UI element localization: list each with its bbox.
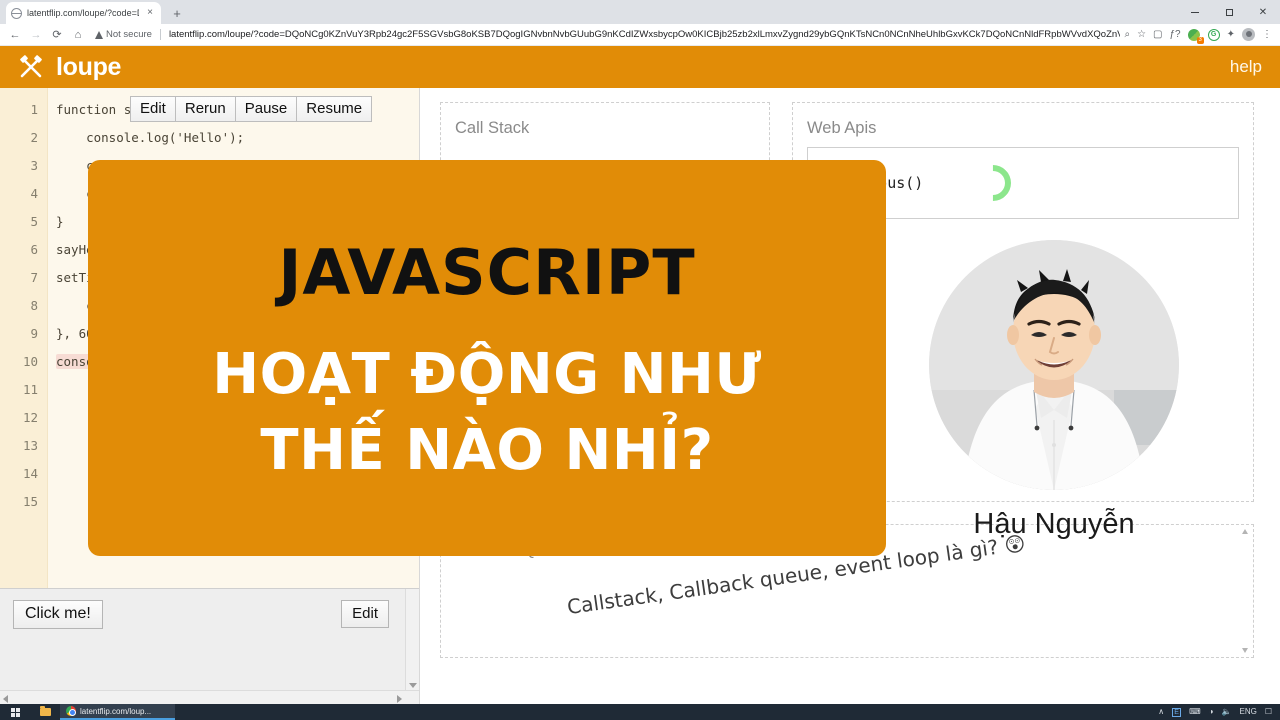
taskbar-window-chrome[interactable]: latentflip.com/loup... [60,704,175,720]
console-vertical-scrollbar[interactable] [405,589,419,704]
warning-triangle-icon [95,30,103,39]
line-number: 15 [22,494,38,509]
chevron-down-icon[interactable] [1242,648,1248,653]
green-timer-arc-icon [967,157,1019,209]
browser-tab-title: latentflip.com/loupe/?code=DQ [27,8,139,18]
resume-button[interactable]: Resume [296,96,373,122]
presenter-overlay: Hậu Nguyễn [928,240,1180,541]
windows-start-icon[interactable] [0,704,30,720]
security-indicator[interactable]: Not secure [95,29,152,40]
language-indicator[interactable]: ENG [1239,708,1256,716]
line-number: 9 [30,326,38,341]
bookmark-star-icon[interactable]: ☆ [1137,29,1146,40]
editor-toolbar: Edit Rerun Pause Resume [130,96,373,122]
line-number: 4 [30,186,38,201]
extension-badge-count: 3 [1196,37,1204,44]
windows-taskbar: latentflip.com/loup... ∧ E ⌨ ◑ 🔈 ENG ☐ [0,704,1280,720]
line-number: 12 [22,410,38,425]
globe-icon [11,7,22,19]
close-window-button[interactable]: ✕ [1246,0,1280,24]
overlay-heading-tertiary: THẾ NÀO NHỈ? [260,418,714,483]
line-number: 14 [22,466,38,481]
script-icon[interactable]: ƒ? [1169,29,1180,40]
line-number-gutter: 1 2 3 4 5 6 7 8 9 10 11 12 13 14 15 [0,88,48,588]
callback-queue-scrollbar[interactable] [1241,527,1251,655]
presenter-portrait [929,240,1179,490]
volume-icon[interactable]: 🔈 [1222,708,1232,716]
address-bar[interactable]: Not secure latentflip.com/loupe/?code=DQ… [90,26,1274,44]
chevron-up-icon[interactable]: ∧ [1158,708,1164,716]
extensions-puzzle-icon[interactable]: ✦ [1227,29,1235,40]
back-icon[interactable]: ← [6,26,24,44]
security-label: Not secure [106,29,152,40]
url-text: latentflip.com/loupe/?code=DQoNCg0KZnVuY… [168,29,1121,40]
reload-icon[interactable]: ⟳ [48,26,66,44]
line-number: 6 [30,242,38,257]
chrome-icon [66,706,76,716]
more-menu-icon[interactable]: ⋮ [1262,29,1272,40]
chevron-down-icon[interactable] [409,683,417,688]
line-number: 1 [30,102,38,117]
chevron-left-icon[interactable] [3,695,8,703]
window-controls: ✕ [1178,0,1280,24]
overlay-heading-primary: JAVASCRIPT [278,236,696,310]
app-header: loupe help [0,46,1280,88]
divider [159,29,161,40]
line-number: 3 [30,158,38,173]
browser-tab[interactable]: latentflip.com/loupe/?code=DQ × [6,2,161,24]
click-me-button[interactable]: Click me! [13,600,103,629]
line-number: 13 [22,438,38,453]
call-stack-title: Call Stack [455,119,530,137]
maximize-button[interactable] [1212,0,1246,24]
profile-avatar-icon[interactable] [1242,28,1255,41]
chevron-up-icon[interactable] [1242,529,1248,534]
wifi-icon[interactable]: ◑ [1209,708,1214,716]
minimize-button[interactable] [1178,0,1212,24]
line-number: 2 [30,130,38,145]
console-edit-button[interactable]: Edit [341,600,389,628]
line-number: 10 [22,354,38,369]
code-line: console.log('Hello'); [56,130,245,145]
taskbar-window-label: latentflip.com/loup... [80,706,152,716]
chevron-right-icon[interactable] [397,695,402,703]
title-overlay-card: JAVASCRIPT HOẠT ĐỘNG NHƯ THẾ NÀO NHỈ? [88,160,886,556]
grammarly-icon[interactable]: G [1207,28,1220,41]
zoom-icon[interactable]: ⌕ [1124,29,1130,40]
forward-icon[interactable]: → [27,26,45,44]
edit-button[interactable]: Edit [130,96,176,122]
console-horizontal-scrollbar[interactable] [0,690,419,704]
overlay-heading-secondary: HOẠT ĐỘNG NHƯ [212,342,762,408]
pause-button[interactable]: Pause [234,96,298,122]
new-tab-button[interactable]: + [170,7,184,20]
help-link[interactable]: help [1230,57,1262,77]
toolbar-icons: ⌕ ☆ ▢ ƒ? 3 G ✦ ⋮ [1124,28,1274,44]
keyboard-icon[interactable]: ⌨ [1189,708,1201,716]
close-icon[interactable]: × [144,8,156,18]
browser-toolbar: ← → ⟳ ⌂ Not secure latentflip.com/loupe/… [0,24,1280,46]
rerun-button[interactable]: Rerun [174,96,236,122]
camera-icon[interactable]: ▢ [1153,29,1162,40]
crossed-hammers-icon [18,54,44,80]
presenter-name: Hậu Nguyễn [973,508,1135,540]
line-number: 7 [30,270,38,285]
line-number: 8 [30,298,38,313]
line-number: 11 [22,382,38,397]
browser-tab-strip: latentflip.com/loupe/?code=DQ × + ✕ [0,0,1280,24]
system-tray: ∧ E ⌨ ◑ 🔈 ENG ☐ [1158,707,1280,717]
console-pane: Click me! Edit [0,588,419,704]
notifications-icon[interactable]: ☐ [1265,708,1272,716]
home-icon[interactable]: ⌂ [69,26,87,44]
line-number: 5 [30,214,38,229]
app-title: loupe [56,52,122,81]
extension-shield-icon[interactable]: 3 [1187,28,1204,44]
web-apis-title: Web Apis [807,119,877,137]
ime-icon[interactable]: E [1172,707,1182,717]
folder-icon[interactable] [30,704,60,720]
screen-root: latentflip.com/loupe/?code=DQ × + ✕ ← → … [0,0,1280,720]
